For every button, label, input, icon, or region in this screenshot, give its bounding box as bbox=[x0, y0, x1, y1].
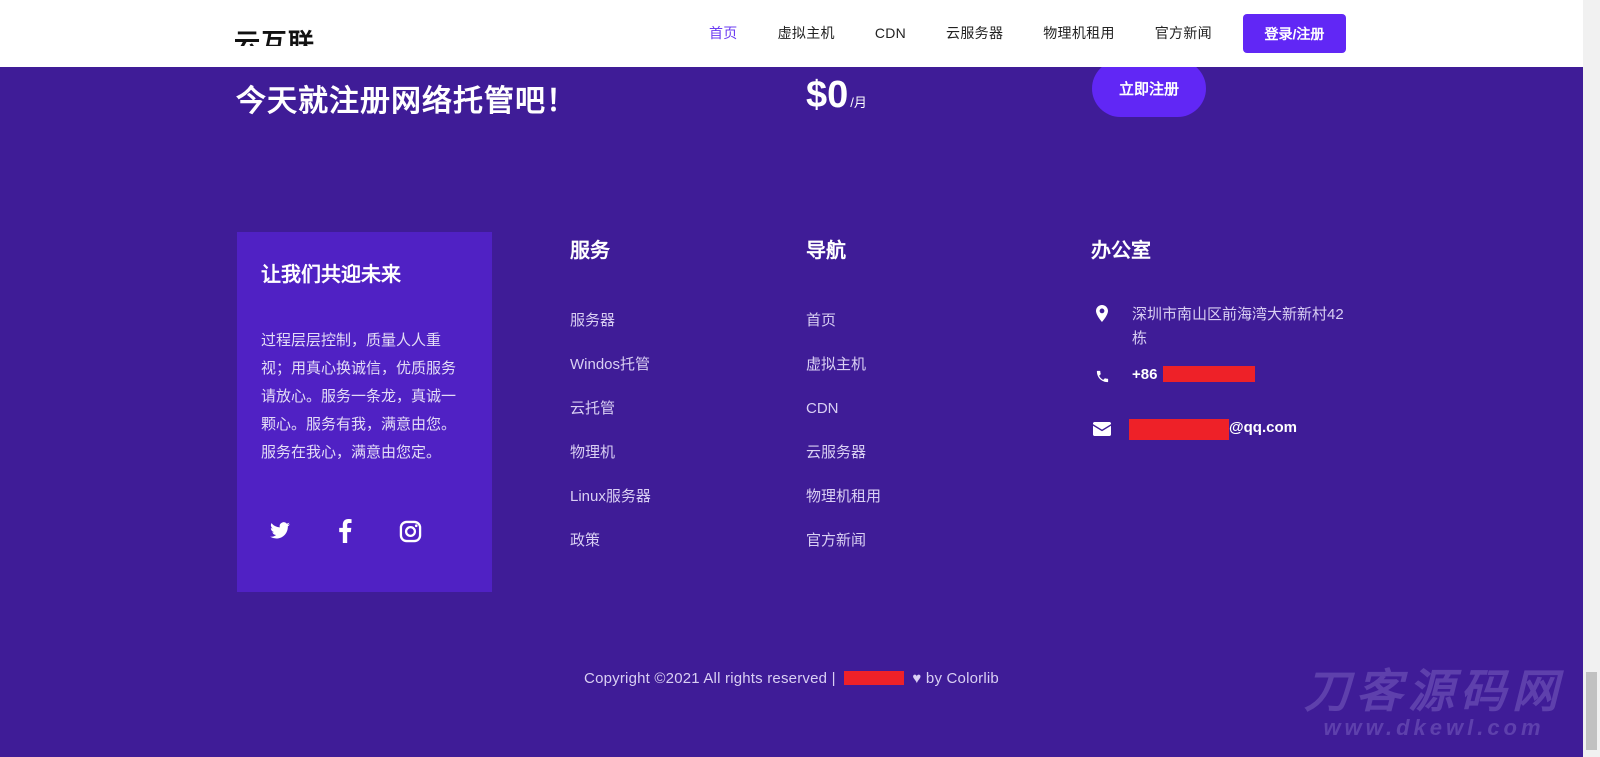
nav-news[interactable]: 官方新闻 bbox=[1155, 23, 1212, 43]
heart-icon: ♥ bbox=[912, 670, 922, 687]
brand-redaction[interactable] bbox=[844, 671, 905, 685]
navigation-link[interactable]: 云服务器 bbox=[806, 442, 881, 486]
services-link[interactable]: 云托管 bbox=[570, 398, 651, 442]
navigation-title: 导航 bbox=[806, 240, 846, 262]
services-link[interactable]: Linux服务器 bbox=[570, 486, 651, 530]
office-phone: +86 bbox=[1092, 366, 1256, 386]
about-title: 让我们共迎未来 bbox=[261, 264, 401, 286]
nav-virtual-host[interactable]: 虚拟主机 bbox=[778, 23, 835, 43]
navigation-link[interactable]: 首页 bbox=[806, 310, 881, 354]
watermark-line1: 刀客源码网 bbox=[1304, 665, 1564, 717]
price-unit: /月 bbox=[850, 95, 867, 110]
navigation-list: 首页 虚拟主机 CDN 云服务器 物理机租用 官方新闻 bbox=[806, 310, 881, 574]
phone-redaction bbox=[1163, 366, 1256, 382]
navigation-link[interactable]: CDN bbox=[806, 398, 881, 442]
nav-physical-rental[interactable]: 物理机租用 bbox=[1043, 23, 1115, 43]
navigation-link[interactable]: 官方新闻 bbox=[806, 530, 881, 574]
price: $0/月 bbox=[806, 74, 867, 117]
vertical-scrollbar[interactable] bbox=[1583, 0, 1600, 757]
price-amount: $0 bbox=[806, 74, 849, 116]
navigation-link[interactable]: 物理机租用 bbox=[806, 486, 881, 530]
site-logo[interactable]: 云互联 bbox=[234, 20, 318, 46]
about-box: 让我们共迎未来 过程层层控制，质量人人重视；用真心换诚信，优质服务请放心。服务一… bbox=[237, 232, 492, 592]
office-title: 办公室 bbox=[1091, 240, 1151, 262]
office-email: @qq.com bbox=[1092, 419, 1297, 440]
login-register-button[interactable]: 登录/注册 bbox=[1243, 14, 1346, 53]
main-nav: 首页 虚拟主机 CDN 云服务器 物理机租用 官方新闻 bbox=[709, 14, 1252, 52]
services-link[interactable]: Windos托管 bbox=[570, 354, 651, 398]
office-address: 深圳市南山区前海湾大新新村42栋 bbox=[1092, 303, 1347, 351]
watermark: 刀客源码网 www.dkewl.com bbox=[1284, 667, 1584, 741]
address-text: 深圳市南山区前海湾大新新村42栋 bbox=[1132, 306, 1344, 347]
logo-text: 云互联 bbox=[234, 28, 316, 46]
navigation-link[interactable]: 虚拟主机 bbox=[806, 354, 881, 398]
scrollbar-thumb[interactable] bbox=[1586, 672, 1597, 750]
nav-cdn[interactable]: CDN bbox=[875, 25, 906, 41]
social-links bbox=[267, 518, 462, 544]
services-link[interactable]: 政策 bbox=[570, 530, 651, 574]
watermark-line2: www.dkewl.com bbox=[1323, 715, 1545, 740]
about-text: 过程层层控制，质量人人重视；用真心换诚信，优质服务请放心。服务一条龙，真诚一颗心… bbox=[261, 332, 457, 461]
services-link[interactable]: 服务器 bbox=[570, 310, 651, 354]
nav-cloud-server[interactable]: 云服务器 bbox=[946, 23, 1003, 43]
mail-icon bbox=[1092, 419, 1112, 439]
cta-title: 今天就注册网络托管吧！ bbox=[236, 85, 577, 118]
copyright-prefix: Copyright ©2021 All rights reserved | bbox=[584, 670, 836, 687]
phone-prefix: +86 bbox=[1132, 366, 1158, 383]
map-pin-icon bbox=[1092, 303, 1112, 323]
copyright-suffix[interactable]: by Colorlib bbox=[926, 670, 999, 687]
signup-now-button[interactable]: 立即注册 bbox=[1092, 60, 1206, 117]
facebook-icon[interactable] bbox=[332, 518, 358, 544]
instagram-icon[interactable] bbox=[397, 518, 423, 544]
site-header: 云互联 首页 虚拟主机 CDN 云服务器 物理机租用 官方新闻 登录/注册 bbox=[0, 0, 1583, 67]
services-list: 服务器 Windos托管 云托管 物理机 Linux服务器 政策 bbox=[570, 310, 651, 574]
twitter-icon[interactable] bbox=[267, 518, 293, 544]
phone-icon bbox=[1092, 366, 1112, 386]
nav-home[interactable]: 首页 bbox=[709, 23, 738, 43]
email-redaction bbox=[1129, 419, 1229, 440]
services-link[interactable]: 物理机 bbox=[570, 442, 651, 486]
email-suffix: @qq.com bbox=[1229, 419, 1297, 436]
services-title: 服务 bbox=[570, 240, 610, 262]
